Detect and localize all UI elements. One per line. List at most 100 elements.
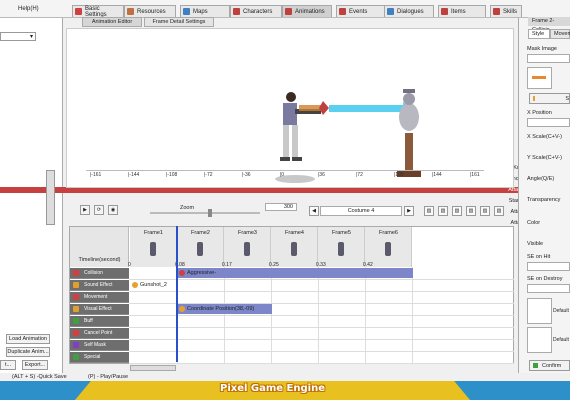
category-dropdown[interactable]: ▾: [0, 32, 36, 41]
confirm-button[interactable]: Confirm: [529, 360, 570, 371]
costume-next-button[interactable]: ▶: [404, 206, 414, 216]
export-button[interactable]: Export...: [22, 360, 48, 370]
visual-effect-event-bar[interactable]: Coordinate Position(38,-09): [177, 304, 272, 314]
row-label-text: Collision: [84, 270, 103, 276]
frame-thumbnail: [150, 242, 156, 256]
mask-image-preview: [527, 67, 552, 89]
x-position-label: X Position: [527, 110, 552, 116]
se-on-destroy-label: SE on Destroy: [527, 276, 563, 282]
tab-resources[interactable]: Resources: [124, 5, 176, 17]
animation-preview[interactable]: [66, 28, 514, 188]
timeline-row-label[interactable]: Cancel Point: [70, 328, 129, 339]
costume-selector[interactable]: Costume 4: [320, 206, 402, 216]
y-scale-label: Y Scale(C+V-): [527, 155, 562, 161]
tab-maps[interactable]: Maps: [180, 5, 230, 17]
se-on-destroy-field[interactable]: [527, 284, 570, 293]
frame-panel-title: Frame 2-Collisio: [528, 17, 570, 33]
grid-icon[interactable]: ▥: [494, 206, 504, 216]
zoom-slider-track[interactable]: [150, 212, 260, 214]
row-divider: [129, 291, 514, 292]
align-left-icon[interactable]: ▥: [424, 206, 434, 216]
chevron-down-icon: ▾: [29, 34, 33, 40]
timeline-row-label[interactable]: Special: [70, 352, 129, 363]
frame-thumbnail: [291, 242, 297, 256]
tab-style[interactable]: Style: [528, 29, 550, 39]
load-animation-button[interactable]: Load Animation: [6, 334, 50, 344]
timeline-row-label[interactable]: Buff: [70, 316, 129, 327]
select-icon: [533, 96, 536, 101]
se-on-hit-field[interactable]: [527, 262, 570, 271]
costume-prev-button[interactable]: ◀: [309, 206, 319, 216]
zoom-slider-thumb[interactable]: [208, 209, 212, 217]
zoom-value-input[interactable]: 300: [265, 203, 297, 211]
x-position-input[interactable]: [527, 118, 570, 127]
tab-basic-settings[interactable]: Basic Settings: [72, 5, 124, 18]
select-mask-button[interactable]: S: [529, 93, 570, 104]
tab-animations[interactable]: Animations: [282, 5, 332, 17]
animation-icon: [285, 8, 292, 15]
loop-icon[interactable]: ⟳: [94, 205, 104, 215]
collision-event-icon: [179, 270, 185, 276]
tab-frame-detail-settings[interactable]: Frame Detail Settings: [144, 17, 214, 27]
sound-event-cell[interactable]: Gunshot_2: [130, 280, 176, 290]
row-icon: [73, 282, 79, 288]
tab-skills[interactable]: Skills: [490, 5, 522, 17]
character-sprite: [280, 92, 321, 161]
row-label-text: Cancel Point: [84, 330, 113, 336]
timeline-row-label[interactable]: Movement: [70, 292, 129, 303]
default-box-2[interactable]: [527, 327, 552, 353]
check-icon: [533, 363, 538, 368]
play-icon[interactable]: ▶: [80, 205, 90, 215]
mask-image-thumb: [532, 76, 546, 79]
collision-event-bar[interactable]: Aggressive-: [177, 268, 413, 278]
tab-dialogues[interactable]: Dialogues: [384, 5, 434, 17]
default-box-1[interactable]: [527, 298, 552, 324]
align-right-icon[interactable]: ▥: [452, 206, 462, 216]
folder-icon: [127, 8, 134, 15]
angle-label: Angle(Q/E): [527, 176, 555, 182]
timeline-row-label[interactable]: Self Mask: [70, 340, 129, 351]
frame-name: Frame2: [191, 230, 210, 236]
ruler-tick: |-72: [204, 172, 213, 178]
tab-items[interactable]: Items: [438, 5, 486, 17]
ruler-tick: |-144: [128, 172, 140, 178]
default-label-2: Default: [553, 337, 569, 343]
layer-icon[interactable]: ▥: [480, 206, 490, 216]
training-dummy: [397, 89, 421, 177]
row-label-text: Special: [84, 354, 101, 360]
row-icon: [73, 318, 79, 324]
timeline-row-label[interactable]: Collision: [70, 268, 129, 279]
timeline-scrollbar[interactable]: [130, 365, 176, 371]
frame-thumbnail: [338, 242, 344, 256]
zoom-label: Zoom: [180, 205, 195, 211]
duplicate-animation-button[interactable]: Duplicate Anim...: [6, 347, 50, 357]
row-label-text: Movement: [84, 294, 108, 300]
mask-image-field[interactable]: [527, 54, 570, 63]
row-icon: [73, 270, 79, 276]
skill-icon: [493, 8, 500, 15]
list-scrollbar[interactable]: [46, 170, 55, 225]
distribute-icon[interactable]: ▥: [466, 206, 476, 216]
tab-animation-editor[interactable]: Animation Editor: [82, 17, 142, 27]
sound-event-icon: [132, 282, 138, 288]
timeline-playhead[interactable]: [176, 226, 178, 362]
row-label-text: Visual Effect: [84, 306, 112, 312]
visual-effect-event-icon: [179, 306, 185, 312]
ruler-tick: |144: [432, 172, 442, 178]
ruler-tick: |-36: [242, 172, 251, 178]
prev-button[interactable]: t...: [0, 360, 16, 370]
tab-events[interactable]: Events: [336, 5, 386, 17]
frame-name: Frame6: [379, 230, 398, 236]
settings-icon: [75, 8, 82, 15]
tab-movement[interactable]: Movem: [550, 29, 570, 39]
camera-icon[interactable]: ◉: [108, 205, 118, 215]
timeline-row-label[interactable]: Visual Effect: [70, 304, 129, 315]
align-center-icon[interactable]: ▥: [438, 206, 448, 216]
character-icon: [233, 8, 240, 15]
visible-label: Visible: [527, 241, 544, 247]
timeline-row-label[interactable]: Sound Effect: [70, 280, 129, 291]
row-divider: [129, 363, 514, 364]
event-icon: [339, 8, 346, 15]
tab-characters[interactable]: Characters: [230, 5, 282, 17]
help-menu[interactable]: Help(H): [18, 6, 39, 12]
